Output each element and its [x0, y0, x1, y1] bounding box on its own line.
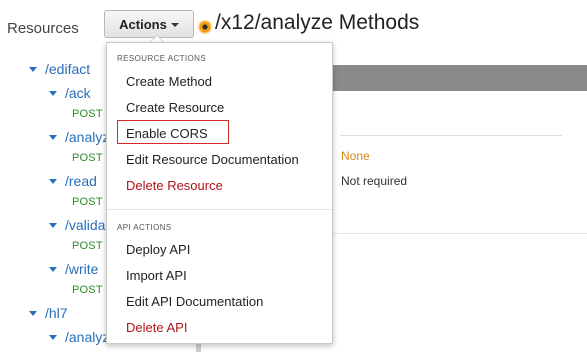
method-post-read[interactable]: POST — [72, 196, 103, 208]
menu-item-delete-api[interactable]: Delete API — [126, 320, 187, 335]
tree-item-label[interactable]: /valida — [65, 217, 105, 233]
tree-item-validate[interactable]: /valida — [49, 217, 105, 233]
caret-down-icon[interactable] — [49, 134, 57, 140]
tree-item-hl7[interactable]: /hl7 — [29, 305, 68, 321]
actions-dropdown-menu: RESOURCE ACTIONS Create Method Create Re… — [106, 42, 333, 344]
menu-divider — [107, 209, 332, 210]
caret-down-icon[interactable] — [29, 66, 37, 72]
tree-item-label[interactable]: /edifact — [45, 61, 90, 77]
tree-item-label[interactable]: /analyz — [65, 129, 109, 145]
tree-item-edifact[interactable]: /edifact — [29, 61, 90, 77]
tree-item-label[interactable]: /analyz — [65, 329, 109, 345]
resource-status-icon — [198, 20, 212, 34]
caret-down-icon[interactable] — [29, 310, 37, 316]
caret-down-icon[interactable] — [49, 178, 57, 184]
page-title: /x12/analyze Methods — [215, 11, 420, 34]
tree-item-hl7-analyze[interactable]: /analyz — [49, 329, 109, 345]
method-post-validate[interactable]: POST — [72, 240, 103, 252]
tree-item-analyze[interactable]: /analyz — [49, 129, 109, 145]
actions-button[interactable]: Actions — [104, 10, 194, 38]
menu-item-edit-api-documentation[interactable]: Edit API Documentation — [126, 294, 263, 309]
menu-item-delete-resource[interactable]: Delete Resource — [126, 178, 223, 193]
menu-item-create-method[interactable]: Create Method — [126, 74, 212, 89]
tree-item-label[interactable]: /ack — [65, 85, 91, 101]
api-actions-header: API ACTIONS — [117, 223, 172, 232]
tree-item-label[interactable]: /hl7 — [45, 305, 68, 321]
api-key-required-value: Not required — [341, 174, 408, 188]
caret-down-icon[interactable] — [49, 90, 57, 96]
method-post-ack[interactable]: POST — [72, 108, 103, 120]
authorization-value[interactable]: None — [341, 149, 370, 163]
caret-down-icon[interactable] — [49, 334, 57, 340]
tree-item-ack[interactable]: /ack — [49, 85, 91, 101]
resource-actions-header: RESOURCE ACTIONS — [117, 54, 207, 63]
caret-down-icon — [170, 23, 179, 27]
tree-item-label[interactable]: /write — [65, 261, 98, 277]
panel-divider — [340, 135, 562, 136]
menu-item-create-resource[interactable]: Create Resource — [126, 100, 224, 115]
tree-item-write[interactable]: /write — [49, 261, 98, 277]
method-post-write[interactable]: POST — [72, 284, 103, 296]
resources-label: Resources — [7, 20, 79, 37]
method-post-analyze[interactable]: POST — [72, 152, 103, 164]
method-panel-header — [330, 65, 587, 91]
caret-down-icon[interactable] — [49, 266, 57, 272]
enable-cors-highlight — [117, 120, 229, 144]
menu-item-edit-resource-documentation[interactable]: Edit Resource Documentation — [126, 152, 299, 167]
menu-item-import-api[interactable]: Import API — [126, 268, 187, 283]
actions-button-label: Actions — [119, 16, 167, 32]
tree-item-label[interactable]: /read — [65, 173, 97, 189]
menu-item-deploy-api[interactable]: Deploy API — [126, 242, 190, 257]
caret-down-icon[interactable] — [49, 222, 57, 228]
tree-item-read[interactable]: /read — [49, 173, 97, 189]
